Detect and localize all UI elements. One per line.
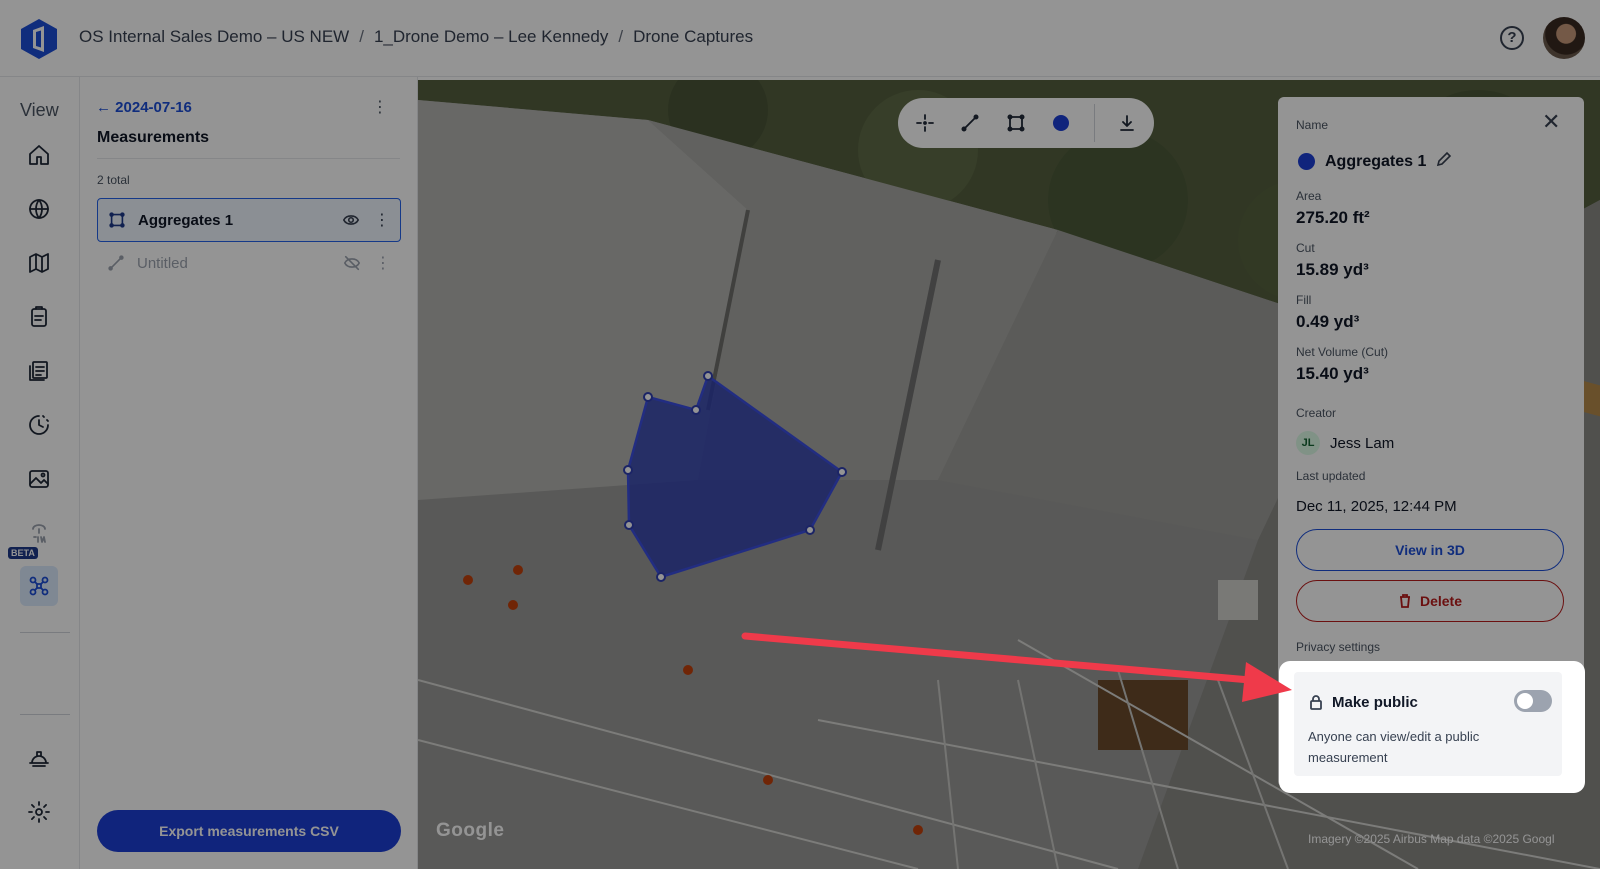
annotation-arrow xyxy=(741,632,1292,702)
